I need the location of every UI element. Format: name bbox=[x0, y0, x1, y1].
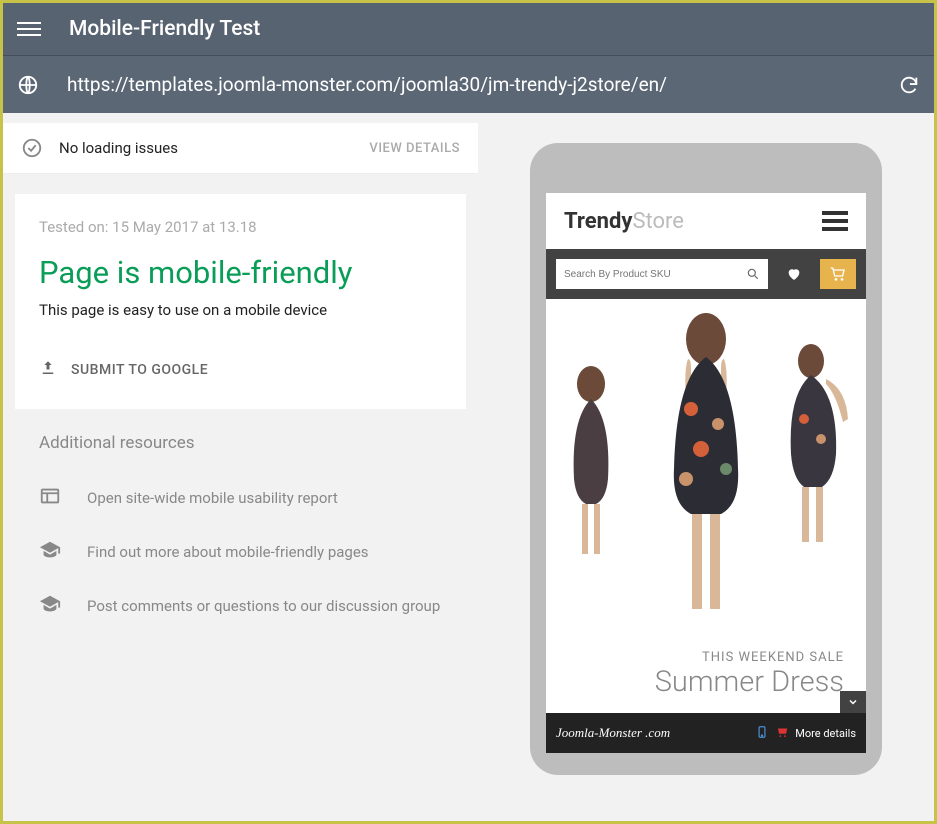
model-image-left bbox=[556, 359, 626, 559]
url-text[interactable]: https://templates.joomla-monster.com/joo… bbox=[67, 73, 898, 96]
cart-button[interactable] bbox=[820, 259, 856, 289]
result-card: Tested on: 15 May 2017 at 13.18 Page is … bbox=[15, 194, 466, 409]
left-panel: No loading issues VIEW DETAILS Tested on… bbox=[3, 113, 478, 821]
footer-more-link[interactable]: More details bbox=[755, 725, 856, 742]
submit-label: SUBMIT TO GOOGLE bbox=[71, 362, 208, 378]
phone-icon bbox=[755, 725, 769, 742]
search-box[interactable] bbox=[556, 259, 768, 289]
resources-title: Additional resources bbox=[39, 433, 442, 453]
search-input[interactable] bbox=[564, 269, 746, 280]
menu-icon[interactable] bbox=[17, 18, 41, 40]
footer-brand: Joomla-Monster .com bbox=[556, 725, 755, 741]
school-icon bbox=[39, 539, 61, 565]
shop-header: TrendyStore bbox=[546, 193, 866, 249]
result-subhead: This page is easy to use on a mobile dev… bbox=[39, 301, 442, 319]
resource-usability-report[interactable]: Open site-wide mobile usability report bbox=[39, 471, 442, 525]
wishlist-button[interactable] bbox=[776, 259, 812, 289]
status-text: No loading issues bbox=[59, 139, 369, 157]
app-header: Mobile-Friendly Test bbox=[3, 3, 934, 55]
model-image-center bbox=[636, 309, 776, 619]
shop-brand: TrendyStore bbox=[564, 209, 684, 234]
resource-label: Open site-wide mobile usability report bbox=[87, 489, 338, 507]
resource-label: Post comments or questions to our discus… bbox=[87, 597, 440, 615]
footer-toggle-icon[interactable] bbox=[840, 691, 866, 713]
view-details-link[interactable]: VIEW DETAILS bbox=[369, 141, 460, 156]
model-image-right bbox=[776, 339, 856, 549]
globe-icon bbox=[17, 74, 39, 96]
refresh-icon[interactable] bbox=[898, 74, 920, 96]
content: No loading issues VIEW DETAILS Tested on… bbox=[3, 113, 934, 821]
sale-label: THIS WEEKEND SALE bbox=[655, 650, 844, 665]
tested-on-label: Tested on: 15 May 2017 at 13.18 bbox=[39, 218, 442, 236]
resource-discussion[interactable]: Post comments or questions to our discus… bbox=[39, 579, 442, 633]
app-title: Mobile-Friendly Test bbox=[69, 17, 260, 41]
cart-icon bbox=[775, 725, 789, 742]
school-icon bbox=[39, 593, 61, 619]
shop-footer: Joomla-Monster .com More details bbox=[546, 713, 866, 753]
shop-menu-icon[interactable] bbox=[822, 207, 848, 235]
phone-screen: TrendyStore THIS WEEKEND SA bbox=[546, 193, 866, 753]
product-name: Summer Dress bbox=[655, 665, 844, 699]
result-headline: Page is mobile-friendly bbox=[39, 254, 442, 291]
more-details-label: More details bbox=[795, 727, 856, 740]
search-icon[interactable] bbox=[746, 267, 760, 281]
hero-section: THIS WEEKEND SALE Summer Dress bbox=[546, 299, 866, 713]
submit-to-google-button[interactable]: SUBMIT TO GOOGLE bbox=[39, 349, 442, 391]
resource-label: Find out more about mobile-friendly page… bbox=[87, 543, 369, 561]
preview-panel: TrendyStore THIS WEEKEND SA bbox=[478, 113, 934, 821]
resource-learn-more[interactable]: Find out more about mobile-friendly page… bbox=[39, 525, 442, 579]
url-bar: https://templates.joomla-monster.com/joo… bbox=[3, 55, 934, 113]
resources-section: Additional resources Open site-wide mobi… bbox=[15, 433, 466, 633]
search-row bbox=[546, 249, 866, 299]
phone-mockup: TrendyStore THIS WEEKEND SA bbox=[530, 143, 882, 775]
check-icon bbox=[21, 137, 43, 159]
hero-text: THIS WEEKEND SALE Summer Dress bbox=[655, 650, 844, 699]
status-row: No loading issues VIEW DETAILS bbox=[3, 123, 478, 174]
upload-icon bbox=[39, 359, 57, 381]
webpage-icon bbox=[39, 485, 61, 511]
